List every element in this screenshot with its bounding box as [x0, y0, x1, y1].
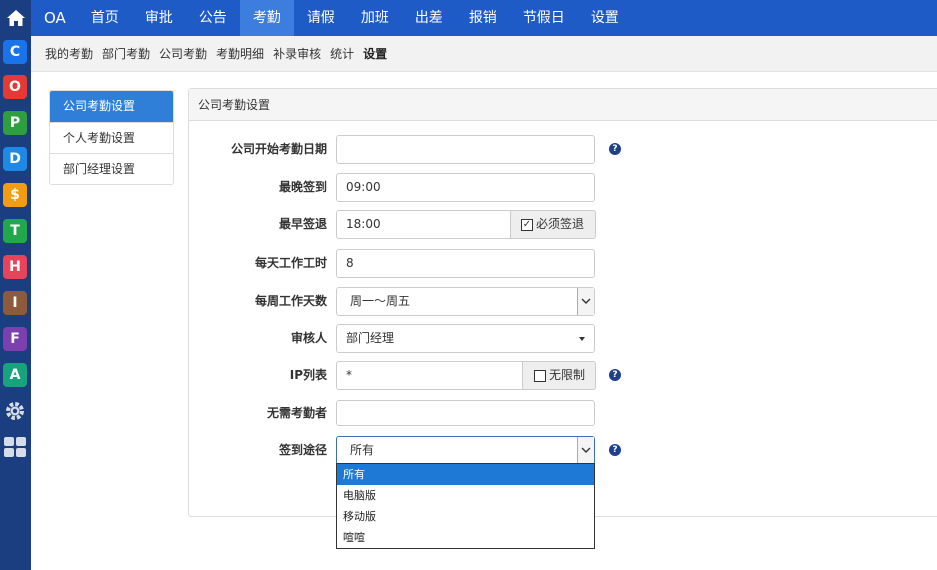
dropdown-option[interactable]: 移动版 [337, 506, 594, 527]
weekly-days-label: 每周工作天数 [254, 294, 327, 308]
dropdown-option[interactable]: 喧喧 [337, 527, 594, 548]
unrestricted-toggle[interactable]: 无限制 [522, 361, 596, 390]
a-app-glyph: A [9, 367, 21, 383]
chevron-down-icon[interactable] [577, 437, 594, 464]
checkin-channel-dropdown: 所有 电脑版 移动版 喧喧 [336, 463, 595, 549]
top-nav-item[interactable]: 请假 [294, 0, 348, 36]
weekly-days-value: 周一～周五 [350, 294, 411, 308]
side-menu-item[interactable]: 公司考勤设置 [50, 91, 173, 122]
app-rail: C O P D $ T H I F A [0, 0, 31, 570]
daily-hours-input[interactable]: 8 [336, 249, 595, 278]
top-nav-item[interactable]: 出差 [402, 0, 456, 36]
ip-list-label: IP列表 [289, 368, 327, 382]
ip-list-input[interactable]: * [336, 361, 523, 390]
top-nav-item[interactable]: 公告 [186, 0, 240, 36]
i-app-glyph: I [12, 295, 18, 311]
top-nav-item[interactable]: 设置 [578, 0, 632, 36]
o-app-glyph: O [9, 79, 21, 95]
must-checkout-toggle[interactable]: ✓ 必须签退 [510, 210, 596, 239]
dollar-app-glyph: $ [10, 187, 20, 203]
latest-checkin-label: 最晚签到 [278, 180, 327, 194]
top-nav-item[interactable]: 报销 [456, 0, 510, 36]
p-app-glyph: P [9, 115, 21, 131]
start-date-input[interactable] [336, 135, 595, 164]
sub-nav-item[interactable]: 统计 [330, 45, 354, 62]
exempt-label: 无需考勤者 [266, 406, 327, 420]
help-icon[interactable]: ? [609, 143, 621, 155]
checkin-channel-label: 签到途径 [278, 443, 327, 457]
c-app-glyph: C [9, 44, 21, 60]
top-nav-item[interactable]: 考勤 [239, 0, 294, 36]
weekly-days-select[interactable]: 周一～周五 [336, 287, 595, 316]
earliest-checkout-input[interactable]: 18:00 [336, 210, 512, 239]
f-app-glyph: F [10, 331, 20, 347]
sub-nav-item[interactable]: 补录审核 [273, 45, 321, 62]
exempt-input[interactable] [336, 400, 595, 426]
help-icon[interactable]: ? [609, 444, 621, 456]
sub-nav-item[interactable]: 部门考勤 [102, 45, 150, 62]
checkin-channel-select[interactable]: 所有 [336, 436, 595, 465]
latest-checkin-input[interactable]: 09:00 [336, 173, 595, 202]
f-app-icon[interactable]: F [3, 327, 27, 351]
sub-nav-item[interactable]: 我的考勤 [45, 45, 93, 62]
p-app-icon[interactable]: P [3, 111, 27, 135]
dollar-app-icon[interactable]: $ [3, 183, 27, 207]
top-nav-item[interactable]: 加班 [348, 0, 402, 36]
dropdown-option[interactable]: 所有 [337, 464, 594, 485]
side-menu-item[interactable]: 部门经理设置 [50, 153, 173, 184]
t-app-icon[interactable]: T [3, 219, 27, 243]
side-menu-item[interactable]: 个人考勤设置 [50, 122, 173, 153]
reviewer-value: 部门经理 [346, 331, 395, 345]
settings-side-menu: 公司考勤设置 个人考勤设置 部门经理设置 [49, 90, 174, 185]
top-nav: OA 首页 审批 公告 考勤 请假 加班 出差 报销 节假日 设置 [31, 0, 937, 36]
top-nav-item[interactable]: 节假日 [510, 0, 578, 36]
chevron-down-icon[interactable] [577, 288, 594, 315]
unrestricted-label: 无限制 [549, 368, 586, 382]
caret-down-icon [579, 337, 585, 341]
checkin-channel-value: 所有 [350, 443, 375, 457]
panel-title: 公司考勤设置 [189, 89, 937, 121]
start-date-label: 公司开始考勤日期 [230, 142, 327, 156]
printer-app-icon[interactable]: H [3, 255, 27, 279]
daily-hours-label: 每天工作工时 [254, 256, 327, 270]
top-nav-item[interactable]: 审批 [132, 0, 186, 36]
d-app-icon[interactable]: D [3, 147, 27, 171]
sub-nav-item[interactable]: 公司考勤 [159, 45, 207, 62]
home-icon[interactable] [0, 0, 31, 36]
a-app-icon[interactable]: A [3, 363, 27, 387]
grid-apps-icon[interactable] [3, 435, 27, 459]
i-app-icon[interactable]: I [3, 291, 27, 315]
sub-nav-item[interactable]: 设置 [363, 45, 387, 62]
help-icon[interactable]: ? [609, 369, 621, 381]
dropdown-option[interactable]: 电脑版 [337, 485, 594, 506]
earliest-checkout-label: 最早签退 [278, 217, 327, 231]
d-app-glyph: D [9, 151, 21, 167]
top-nav-item[interactable]: 首页 [78, 0, 132, 36]
printer-app-glyph: H [9, 259, 21, 275]
gear-icon[interactable] [3, 399, 27, 423]
checkbox-checked-icon[interactable]: ✓ [521, 218, 533, 231]
reviewer-label: 审核人 [290, 331, 327, 345]
c-app-icon[interactable]: C [3, 40, 27, 64]
t-app-glyph: T [10, 223, 20, 239]
sub-nav-item[interactable]: 考勤明细 [216, 45, 264, 62]
sub-nav: 我的考勤 部门考勤 公司考勤 考勤明细 补录审核 统计 设置 [31, 36, 937, 72]
must-checkout-label: 必须签退 [536, 217, 585, 231]
checkbox-unchecked-icon[interactable] [534, 369, 546, 382]
brand-logo[interactable]: OA [31, 0, 78, 36]
o-app-icon[interactable]: O [3, 75, 27, 99]
reviewer-select[interactable]: 部门经理 [336, 324, 595, 353]
